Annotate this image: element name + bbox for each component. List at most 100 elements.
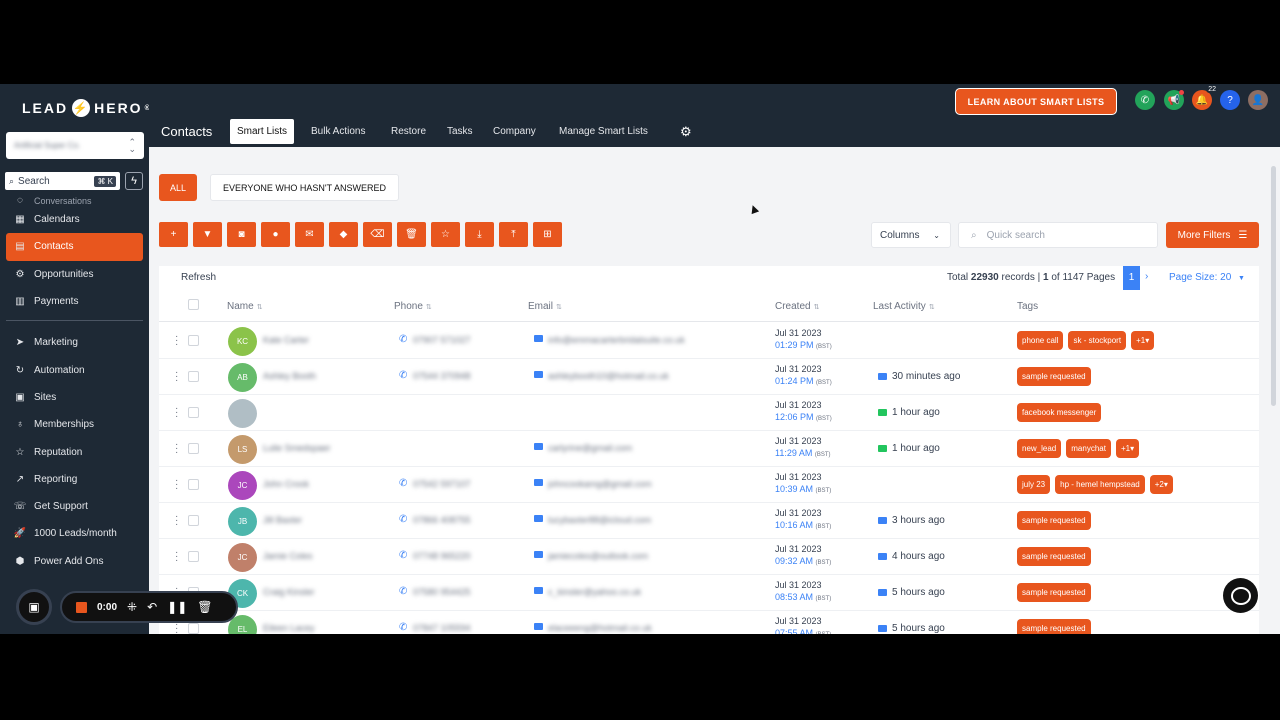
star-button[interactable]: ☆ (431, 222, 460, 247)
tag-chip[interactable]: phone call (1017, 331, 1064, 350)
quick-action-bolt-icon[interactable]: ϟ (125, 172, 143, 190)
row-checkbox[interactable] (188, 335, 199, 346)
contact-email[interactable]: c_kinsler@yahoo.co.uk (548, 587, 641, 597)
sidebar-item-get-support[interactable]: ☏ Get Support (6, 493, 143, 520)
tag-chip[interactable]: sample requested (1017, 547, 1091, 566)
contact-name[interactable]: Jamie Coles (263, 551, 313, 561)
trash-icon[interactable]: 🗑 (197, 600, 212, 614)
camera-icon[interactable]: ▣ (16, 589, 52, 625)
more-tags-button[interactable]: +1 ▾ (1115, 439, 1140, 458)
account-switcher[interactable]: Artificial Super Co. ⌃ ⌄ (6, 132, 144, 159)
row-checkbox[interactable] (188, 479, 199, 490)
contact-name[interactable]: Jill Baxter (263, 515, 302, 525)
merge-button[interactable]: ⊞ (533, 222, 562, 247)
email-button[interactable]: ✉ (295, 222, 324, 247)
sidebar-item-power-add-ons[interactable]: ⬢ Power Add Ons (6, 548, 143, 575)
page-size-select[interactable]: Page Size: 20 ▼ (1169, 272, 1245, 283)
grid-icon[interactable]: ⁜ (127, 600, 137, 614)
sidebar-item-1000-leads-month[interactable]: 🚀 1000 Leads/month (6, 520, 143, 547)
contact-name[interactable]: Ashley Booth (263, 371, 316, 381)
bell-icon[interactable]: 🔔 22 (1192, 86, 1218, 110)
chevron-right-icon[interactable]: › (1145, 271, 1148, 282)
kebab-menu-icon[interactable]: ··· (175, 440, 178, 458)
quick-search-input[interactable]: ⌕ Quick search (958, 222, 1158, 248)
tag-chip[interactable]: new_lead (1017, 439, 1062, 458)
header-created[interactable]: Created ⇅ (775, 301, 819, 312)
tab-bulk-actions[interactable]: Bulk Actions (304, 119, 372, 144)
header-email[interactable]: Email ⇅ (528, 301, 562, 312)
table-row[interactable]: · · · LS Lulie Smedspaer carlyrine@gmail.com J… (159, 431, 1259, 467)
tab-manage-smart-lists[interactable]: Manage Smart Lists (552, 119, 655, 144)
tag-chip[interactable]: sample requested (1017, 367, 1091, 386)
tab-smart-lists[interactable]: Smart Lists (230, 119, 295, 144)
learn-smart-lists-button[interactable]: LEARN ABOUT SMART LISTS (955, 88, 1117, 115)
row-checkbox[interactable] (188, 443, 199, 454)
table-row[interactable]: · · · AB Ashley Booth ✆ 07544 370948 ashleyboot… (159, 359, 1259, 395)
tag-button[interactable]: ◆ (329, 222, 358, 247)
contact-phone[interactable]: 07847 105594 (413, 623, 471, 633)
contact-phone[interactable]: 07866 408755 (413, 515, 471, 525)
header-last-activity[interactable]: Last Activity ⇅ (873, 301, 935, 312)
kebab-menu-icon[interactable]: ··· (175, 512, 178, 530)
contact-name[interactable]: Kate Carter (263, 335, 309, 345)
contact-email[interactable]: elaceeeng@hotmail.co.uk (548, 623, 652, 633)
tag-chip[interactable]: sk - stockport (1068, 331, 1127, 350)
contact-phone[interactable]: 07542 597107 (413, 479, 471, 489)
contact-phone[interactable]: 07907 571027 (413, 335, 471, 345)
table-row[interactable]: ···CKCraig Kinsler✆07580 954425c_kinsler… (159, 575, 1259, 611)
table-row[interactable]: · · · JB Jill Baxter ✆ 07866 408755 lucybaxter8… (159, 503, 1259, 539)
undo-icon[interactable]: ↶ (147, 600, 157, 614)
table-row[interactable]: · · · JC John Crook ✆ 07542 597107 johncookamg@… (159, 467, 1259, 503)
row-checkbox[interactable] (188, 371, 199, 382)
sidebar-item-reporting[interactable]: ↗ Reporting (6, 466, 143, 493)
remove-tag-button[interactable]: ⌫ (363, 222, 392, 247)
contact-email[interactable]: lucybaxter88@icloud.com (548, 515, 651, 525)
sidebar-item-opportunities[interactable]: ⚙ Opportunities (6, 261, 143, 288)
table-row[interactable]: · · · KC Kate Carter ✆ 07907 571027 info@emmaca… (159, 323, 1259, 359)
tag-chip[interactable]: hp - hemel hempstead (1055, 475, 1145, 494)
smart-list-everyone-not-answered[interactable]: EVERYONE WHO HASN'T ANSWERED (210, 174, 399, 201)
contact-name[interactable]: John Crook (263, 479, 309, 489)
contact-email[interactable]: info@emmacarterbridalsuite.co.uk (548, 335, 685, 345)
trash-button[interactable]: 🗑 (397, 222, 426, 247)
more-filters-button[interactable]: More Filters ☰ (1166, 222, 1259, 248)
tag-chip[interactable]: sample requested (1017, 511, 1091, 530)
contact-name[interactable]: Lulie Smedspaer (263, 443, 331, 453)
upload-button[interactable]: ⤒ (499, 222, 528, 247)
tag-chip[interactable]: sample requested (1017, 619, 1091, 634)
more-tags-button[interactable]: +1 ▾ (1131, 331, 1155, 350)
tab-restore[interactable]: Restore (384, 119, 433, 144)
smart-list-all[interactable]: ALL (159, 174, 197, 201)
gear-icon[interactable]: ⚙ (680, 124, 692, 140)
pause-icon[interactable]: ❚❚ (167, 600, 187, 614)
table-row[interactable]: · · · JC Jamie Coles ✆ 07748 965220 jamiecoles@… (159, 539, 1259, 575)
message-button[interactable]: ● (261, 222, 290, 247)
row-checkbox[interactable] (188, 623, 199, 634)
tag-chip[interactable]: manychat (1066, 439, 1111, 458)
sidebar-item-calendars[interactable]: ▦ Calendars (6, 206, 143, 233)
table-row[interactable]: · · · Jul 31 2023 12:06 PM (BST) 1 hour ago fa… (159, 395, 1259, 431)
tag-chip[interactable]: facebook messenger (1017, 403, 1102, 422)
contact-email[interactable]: johncookamg@gmail.com (548, 479, 652, 489)
refresh-link[interactable]: Refresh (181, 272, 216, 283)
sidebar-item-marketing[interactable]: ➤ Marketing (6, 329, 143, 356)
kebab-menu-icon[interactable]: ··· (175, 404, 178, 422)
page-button-1[interactable]: 1 (1123, 266, 1140, 290)
sidebar-item-contacts[interactable]: ▤ Contacts (6, 233, 143, 261)
sidebar-item-memberships[interactable]: ♁ Memberships (6, 411, 143, 438)
kebab-menu-icon[interactable]: ··· (175, 332, 178, 350)
sidebar-item-payments[interactable]: ▥ Payments (6, 288, 143, 315)
contact-email[interactable]: jamiecoles@outlook.com (548, 551, 648, 561)
robot-button[interactable]: ◙ (227, 222, 256, 247)
phone-icon[interactable]: ✆ (1135, 90, 1155, 110)
plus-button[interactable]: + (159, 222, 188, 247)
contact-email[interactable]: carlyrine@gmail.com (548, 443, 632, 453)
kebab-menu-icon[interactable]: ··· (175, 368, 178, 386)
sidebar-item-reputation[interactable]: ☆ Reputation (6, 438, 143, 465)
tab-company[interactable]: Company (486, 119, 543, 144)
download-button[interactable]: ⤓ (465, 222, 494, 247)
page-scrollbar[interactable] (1271, 166, 1276, 406)
more-tags-button[interactable]: +2 ▾ (1149, 475, 1173, 494)
tag-chip[interactable]: sample requested (1017, 583, 1091, 602)
row-checkbox[interactable] (188, 407, 199, 418)
